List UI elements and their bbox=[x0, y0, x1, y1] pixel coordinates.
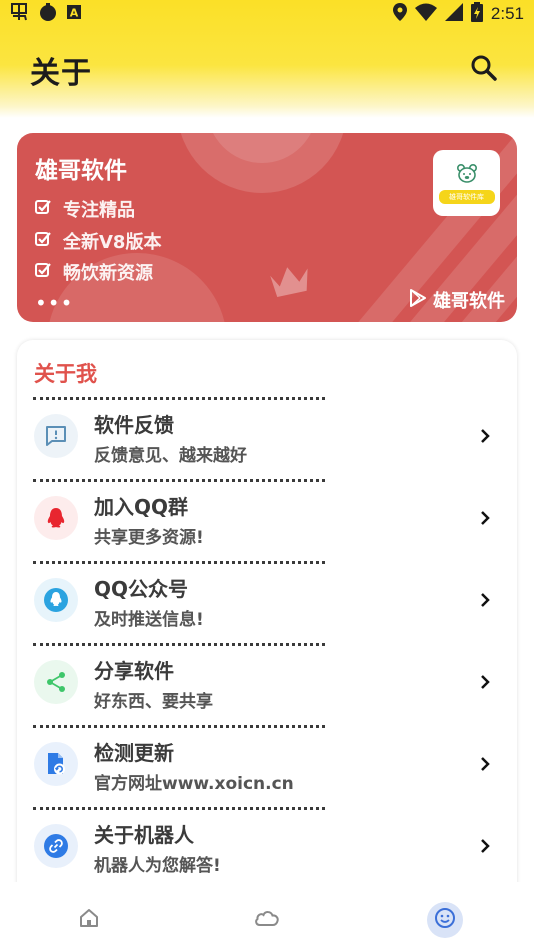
bear-icon bbox=[456, 163, 478, 187]
item-subtitle: 机器人为您解答! bbox=[94, 856, 221, 876]
section-title: 关于我 bbox=[34, 362, 97, 386]
svg-text:A: A bbox=[70, 6, 79, 19]
item-subtitle: 反馈意见、越来越好 bbox=[94, 446, 247, 466]
battery-icon bbox=[470, 1, 483, 27]
crown-icon bbox=[267, 263, 313, 301]
bottom-navigation bbox=[0, 882, 534, 950]
home-icon bbox=[79, 908, 99, 932]
nav-cloud[interactable] bbox=[249, 902, 285, 938]
divider bbox=[33, 397, 325, 400]
item-subtitle: 官方网址www.xoicn.cn bbox=[94, 774, 294, 794]
banner-brand: 雄哥软件 bbox=[409, 287, 505, 313]
robot-link-icon bbox=[34, 824, 78, 868]
checkbox-icon bbox=[35, 199, 51, 220]
status-bar: A 2:51 bbox=[0, 0, 534, 28]
more-dots: ••• bbox=[35, 291, 74, 315]
qq-penguin-icon bbox=[34, 496, 78, 540]
share-icon bbox=[34, 660, 78, 704]
item-subtitle: 及时推送信息! bbox=[94, 610, 204, 630]
banner-feature: 专注精品 bbox=[35, 196, 135, 222]
banner-title: 雄哥软件 bbox=[35, 158, 127, 184]
nav-about[interactable] bbox=[427, 902, 463, 938]
list-item-feedback[interactable]: 软件反馈 反馈意见、越来越好 bbox=[17, 397, 517, 479]
list-item-robot[interactable]: 关于机器人 机器人为您解答! bbox=[17, 807, 517, 889]
promo-banner[interactable]: 雄哥软件 专注精品 全新V8版本 畅饮新资源 ••• 雄哥软件库 雄哥软件 bbox=[17, 133, 517, 322]
item-subtitle: 共享更多资源! bbox=[94, 528, 204, 548]
item-title: QQ公众号 bbox=[94, 577, 189, 601]
divider bbox=[33, 725, 325, 728]
chevron-right-icon bbox=[479, 509, 491, 531]
list-item-share[interactable]: 分享软件 好东西、要共享 bbox=[17, 643, 517, 725]
update-icon bbox=[34, 742, 78, 786]
list-item-update[interactable]: 检测更新 官方网址www.xoicn.cn bbox=[17, 725, 517, 807]
notification-a-icon: A bbox=[66, 4, 82, 25]
banner-feature: 全新V8版本 bbox=[35, 228, 161, 254]
nav-home[interactable] bbox=[71, 902, 107, 938]
qq-bell-icon bbox=[34, 578, 78, 622]
list-item-qq-group[interactable]: 加入QQ群 共享更多资源! bbox=[17, 479, 517, 561]
item-title: 加入QQ群 bbox=[94, 495, 189, 519]
search-icon bbox=[470, 54, 498, 86]
item-title: 软件反馈 bbox=[94, 413, 174, 437]
divider bbox=[33, 479, 325, 482]
item-title: 分享软件 bbox=[94, 659, 174, 683]
chevron-right-icon bbox=[479, 591, 491, 613]
item-title: 检测更新 bbox=[94, 741, 174, 765]
page-title: 关于 bbox=[30, 48, 96, 92]
search-button[interactable] bbox=[464, 50, 504, 90]
about-card: 关于我 软件反馈 反馈意见、越来越好 加入QQ群 共享更多资源! QQ公众号 及… bbox=[17, 340, 517, 900]
notification-circle-icon bbox=[38, 2, 58, 26]
signal-icon bbox=[444, 2, 463, 26]
location-icon bbox=[392, 2, 407, 26]
wifi-icon bbox=[414, 3, 437, 26]
item-subtitle: 好东西、要共享 bbox=[94, 692, 213, 712]
chevron-right-icon bbox=[479, 837, 491, 859]
checkbox-icon bbox=[35, 231, 51, 252]
banner-feature-text: 专注精品 bbox=[63, 200, 135, 221]
banner-feature-text: 畅饮新资源 bbox=[63, 263, 153, 284]
divider bbox=[33, 807, 325, 810]
chevron-right-icon bbox=[479, 673, 491, 695]
play-store-icon bbox=[409, 288, 427, 312]
notification-app-icon bbox=[10, 2, 30, 26]
divider bbox=[33, 561, 325, 564]
banner-feature: 畅饮新资源 bbox=[35, 259, 153, 285]
logo-text: 雄哥软件库 bbox=[438, 189, 495, 204]
cloud-icon bbox=[254, 909, 280, 931]
smiley-icon bbox=[434, 907, 456, 933]
feedback-icon bbox=[34, 414, 78, 458]
app-bar: 关于 bbox=[0, 40, 534, 100]
status-time: 2:51 bbox=[490, 4, 524, 23]
checkbox-icon bbox=[35, 262, 51, 283]
divider bbox=[33, 643, 325, 646]
list-item-qq-official[interactable]: QQ公众号 及时推送信息! bbox=[17, 561, 517, 643]
chevron-right-icon bbox=[479, 755, 491, 777]
banner-brand-label: 雄哥软件 bbox=[433, 291, 505, 312]
app-logo: 雄哥软件库 bbox=[433, 150, 500, 216]
banner-feature-text: 全新V8版本 bbox=[63, 232, 162, 253]
chevron-right-icon bbox=[479, 427, 491, 449]
item-title: 关于机器人 bbox=[94, 823, 194, 847]
